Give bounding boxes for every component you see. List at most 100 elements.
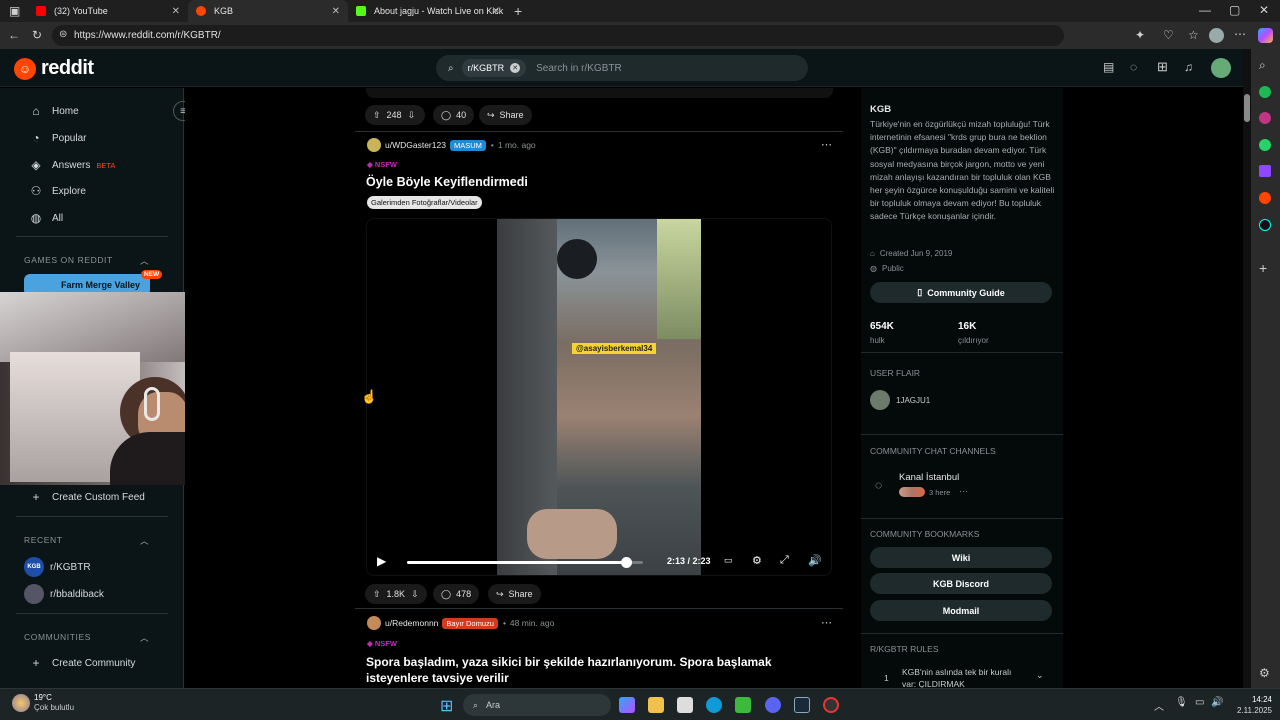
url-field[interactable]: ⊜ https://www.reddit.com/r/KGBTR/	[52, 25, 1064, 46]
add-icon[interactable]: +	[1259, 261, 1267, 275]
notifications-icon[interactable]: ♫	[1184, 61, 1193, 73]
post-author[interactable]: u/Redemonnn	[385, 618, 438, 628]
fullscreen-icon[interactable]: ⤢	[780, 554, 789, 567]
volume-icon[interactable]: 🔊	[1211, 697, 1223, 708]
nav-all[interactable]: ◍ All	[28, 211, 63, 225]
tiktok-icon[interactable]	[1259, 219, 1271, 231]
minecraft-icon[interactable]	[735, 697, 751, 713]
create-custom-feed[interactable]: + Create Custom Feed	[28, 490, 144, 504]
close-icon[interactable]: ✕	[332, 6, 340, 17]
more-icon[interactable]: ⋯	[1234, 28, 1246, 40]
captions-icon[interactable]: ▭	[724, 555, 733, 566]
recent-item-kgbtr[interactable]: KGB r/KGBTR	[24, 557, 91, 577]
taskbar-search[interactable]: ⌕ Ara	[463, 694, 611, 716]
user-flair[interactable]: 1JAGJU1	[870, 390, 930, 410]
page-scrollbar[interactable]	[1243, 49, 1251, 688]
vote-bar[interactable]: ⇧ 1.8K ⇩	[365, 584, 427, 604]
author-avatar[interactable]	[367, 138, 381, 152]
rule-item[interactable]: 1 KGB'nin aslında tek bir kuralı var: ÇI…	[870, 663, 1056, 688]
browser-essentials-icon[interactable]: ♡	[1163, 29, 1174, 41]
upvote-icon[interactable]: ⇧	[373, 589, 381, 600]
more-options-icon[interactable]: ⋯	[821, 138, 832, 151]
post-author[interactable]: u/WDGaster123	[385, 140, 446, 150]
downvote-icon[interactable]: ⇩	[408, 110, 416, 121]
post-title[interactable]: Spora başladım, yaza sikici bir şekilde …	[366, 654, 816, 686]
weather-widget[interactable]: 19°C Çok bulutlu	[12, 693, 74, 713]
create-community[interactable]: + Create Community	[28, 656, 135, 670]
store-icon[interactable]	[677, 697, 693, 713]
play-icon[interactable]: ▶	[377, 554, 386, 568]
whatsapp-icon[interactable]	[1259, 139, 1271, 151]
tab-kgb[interactable]: KGB ✕	[188, 0, 348, 22]
new-tab-icon[interactable]: +	[514, 4, 522, 18]
video-seek-bar[interactable]	[407, 557, 643, 568]
bookmark-wiki[interactable]: Wiki	[870, 547, 1052, 568]
search-icon[interactable]: ⌕	[1259, 59, 1266, 71]
nav-popular[interactable]: ◔ Popular	[28, 131, 86, 145]
settings-icon[interactable]: ⚙	[752, 554, 762, 567]
file-explorer-icon[interactable]	[648, 697, 664, 713]
chevron-up-icon[interactable]: ︿	[1154, 698, 1164, 713]
discord-icon[interactable]	[765, 697, 781, 713]
video-player[interactable]: @asayisberkemal34 ▶ 2:13 / 2:23 ▭ ⚙ ⤢ 🔊	[366, 218, 832, 576]
share-button[interactable]: ↪ Share	[479, 105, 532, 125]
communities-section-header[interactable]: COMMUNITIES ︿	[24, 632, 164, 643]
scrollbar-thumb[interactable]	[1244, 94, 1250, 122]
nav-home[interactable]: ⌂ Home	[28, 104, 78, 118]
share-button[interactable]: ↪ Share	[488, 584, 541, 604]
copilot-icon[interactable]	[1258, 28, 1273, 43]
microphone-icon[interactable]: 🎙	[1175, 697, 1188, 708]
instagram-icon[interactable]	[1259, 112, 1271, 124]
clock[interactable]: 14:24 2.11.2025	[1226, 694, 1272, 716]
recent-section-header[interactable]: RECENT ︿	[24, 535, 164, 546]
network-icon[interactable]: ▭	[1195, 697, 1204, 708]
profile-avatar[interactable]	[1209, 28, 1224, 43]
maximize-icon[interactable]: ▢	[1229, 4, 1240, 16]
recent-item-bbaldiback[interactable]: r/bbaldiback	[24, 584, 104, 604]
comments-button[interactable]: ◯ 40	[433, 105, 475, 125]
downvote-icon[interactable]: ⇩	[411, 589, 419, 600]
user-avatar[interactable]	[1211, 58, 1231, 78]
upvote-icon[interactable]: ⇧	[373, 110, 381, 121]
site-info-icon[interactable]: ⊜	[59, 30, 67, 40]
author-avatar[interactable]	[367, 616, 381, 630]
copilot-icon[interactable]	[619, 697, 635, 713]
refresh-icon[interactable]: ↻	[32, 29, 42, 41]
nav-answers[interactable]: ◈ Answers BETA	[28, 158, 115, 172]
favorites-icon[interactable]: ☆	[1188, 29, 1199, 41]
chat-channel-item[interactable]: ◌ Kanal İstanbul 3 here ⋯	[875, 468, 1053, 504]
volume-icon[interactable]: 🔊	[808, 554, 822, 567]
community-guide-button[interactable]: ▯ Community Guide	[870, 282, 1052, 303]
twitch-icon[interactable]	[1259, 165, 1271, 177]
advertise-icon[interactable]: ▤	[1103, 61, 1114, 73]
spotify-icon[interactable]	[1259, 86, 1271, 98]
post-flair[interactable]: Galerimden Fotoğraflar/Videolar	[367, 196, 482, 209]
bookmark-modmail[interactable]: Modmail	[870, 600, 1052, 621]
back-icon[interactable]: ←	[8, 29, 20, 41]
minimize-icon[interactable]: —	[1199, 4, 1211, 16]
nav-explore[interactable]: ⚇ Explore	[28, 184, 86, 198]
tab-actions-icon[interactable]: ▣	[9, 5, 20, 17]
windows-start-icon[interactable]: ⊞	[440, 696, 453, 716]
vote-bar[interactable]: ⇧ 248 ⇩	[365, 105, 425, 125]
search-community-chip[interactable]: r/KGBTR ✕	[461, 59, 527, 77]
app-icon[interactable]	[823, 697, 839, 713]
bookmark-kgb-discord[interactable]: KGB Discord	[870, 573, 1052, 594]
close-icon[interactable]: ✕	[172, 6, 180, 17]
post-title[interactable]: Öyle Böyle Keyiflendirmedi	[366, 175, 528, 189]
chat-icon[interactable]: ◌	[1130, 61, 1137, 73]
steam-icon[interactable]	[794, 697, 810, 713]
comments-button[interactable]: ◯ 478	[433, 584, 480, 604]
tab-youtube[interactable]: (32) YouTube ✕	[28, 0, 188, 22]
search-bar[interactable]: ⌕ r/KGBTR ✕ Search in r/KGBTR	[436, 55, 808, 81]
settings-icon[interactable]: ⚙	[1259, 667, 1270, 679]
close-window-icon[interactable]: ✕	[1259, 4, 1269, 16]
clear-chip-icon[interactable]: ✕	[510, 63, 521, 73]
reddit-icon[interactable]	[1259, 192, 1271, 204]
extensions-icon[interactable]: ✦	[1135, 29, 1145, 41]
close-icon[interactable]: ✕	[492, 6, 500, 17]
tab-kick[interactable]: About jagju - Watch Live on Kick ✕	[348, 0, 508, 22]
reddit-logo[interactable]: ☺ reddit	[14, 57, 94, 80]
edge-icon[interactable]	[706, 697, 722, 713]
more-options-icon[interactable]: ⋯	[821, 616, 832, 629]
